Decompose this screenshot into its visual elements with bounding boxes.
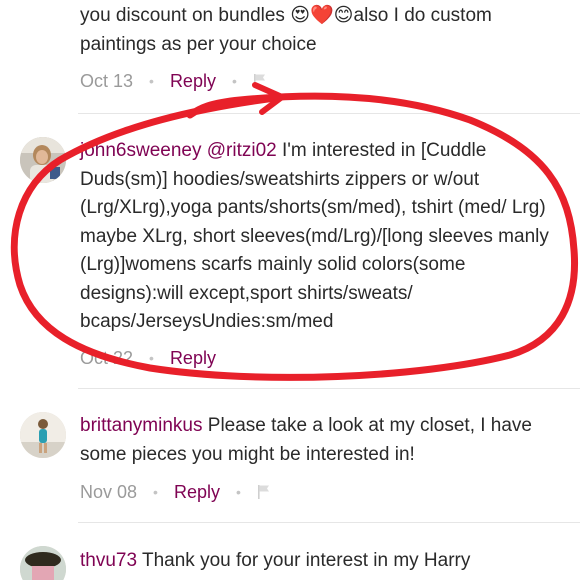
emoji-group: 😍❤️😊 [290, 5, 354, 26]
comment-body: I'm interested in [Cuddle Duds(sm)] hood… [80, 140, 549, 332]
flag-icon[interactable] [257, 484, 271, 500]
avatar[interactable] [20, 412, 66, 458]
comment-username[interactable]: brittanyminkus [80, 415, 203, 436]
separator-dot-icon: • [235, 484, 241, 500]
comment-text: thvu73 Thank you for your interest in my… [80, 547, 570, 576]
avatar-image-icon [20, 137, 66, 183]
separator-dot-icon: • [153, 484, 158, 500]
comment-text-line: also I do custom [353, 5, 492, 26]
comment-mention[interactable]: @ritzi02 [207, 140, 277, 161]
comment-meta: Oct 13 • Reply • [80, 69, 267, 93]
avatar[interactable] [20, 546, 66, 580]
comment-meta: Oct 22 • Reply [80, 346, 216, 370]
comment-username[interactable]: thvu73 [80, 550, 137, 571]
reply-button[interactable]: Reply [174, 482, 220, 503]
reply-button[interactable]: Reply [170, 71, 216, 92]
comment-date: Oct 22 [80, 347, 134, 368]
comment-text: brittanyminkus Please take a look at my … [80, 412, 570, 469]
avatar[interactable] [20, 137, 66, 183]
flag-icon[interactable] [253, 73, 267, 89]
comment-text: you discount on bundles 😍❤️😊also I do cu… [80, 2, 570, 59]
comment-text-line: paintings as per your choice [80, 33, 317, 55]
divider [78, 522, 580, 523]
divider [78, 388, 580, 389]
comment-body: Thank you for your interest in my Harry [137, 550, 471, 571]
comment-date: Oct 13 [80, 70, 134, 91]
comments-page: you discount on bundles 😍❤️😊also I do cu… [0, 0, 580, 580]
avatar-image-icon [20, 412, 66, 458]
comment-text: john6sweeney @ritzi02 I'm interested in … [80, 137, 570, 337]
reply-button[interactable]: Reply [170, 348, 216, 369]
avatar-image-icon [20, 546, 66, 580]
separator-dot-icon: • [149, 350, 154, 366]
divider [78, 113, 580, 114]
comment-username[interactable]: john6sweeney [80, 140, 201, 161]
comment-text-line: you discount on bundles [80, 5, 291, 26]
comment-date: Nov 08 [80, 481, 138, 502]
separator-dot-icon: • [149, 73, 154, 89]
separator-dot-icon: • [231, 73, 237, 89]
comment-meta: Nov 08 • Reply • [80, 480, 271, 504]
